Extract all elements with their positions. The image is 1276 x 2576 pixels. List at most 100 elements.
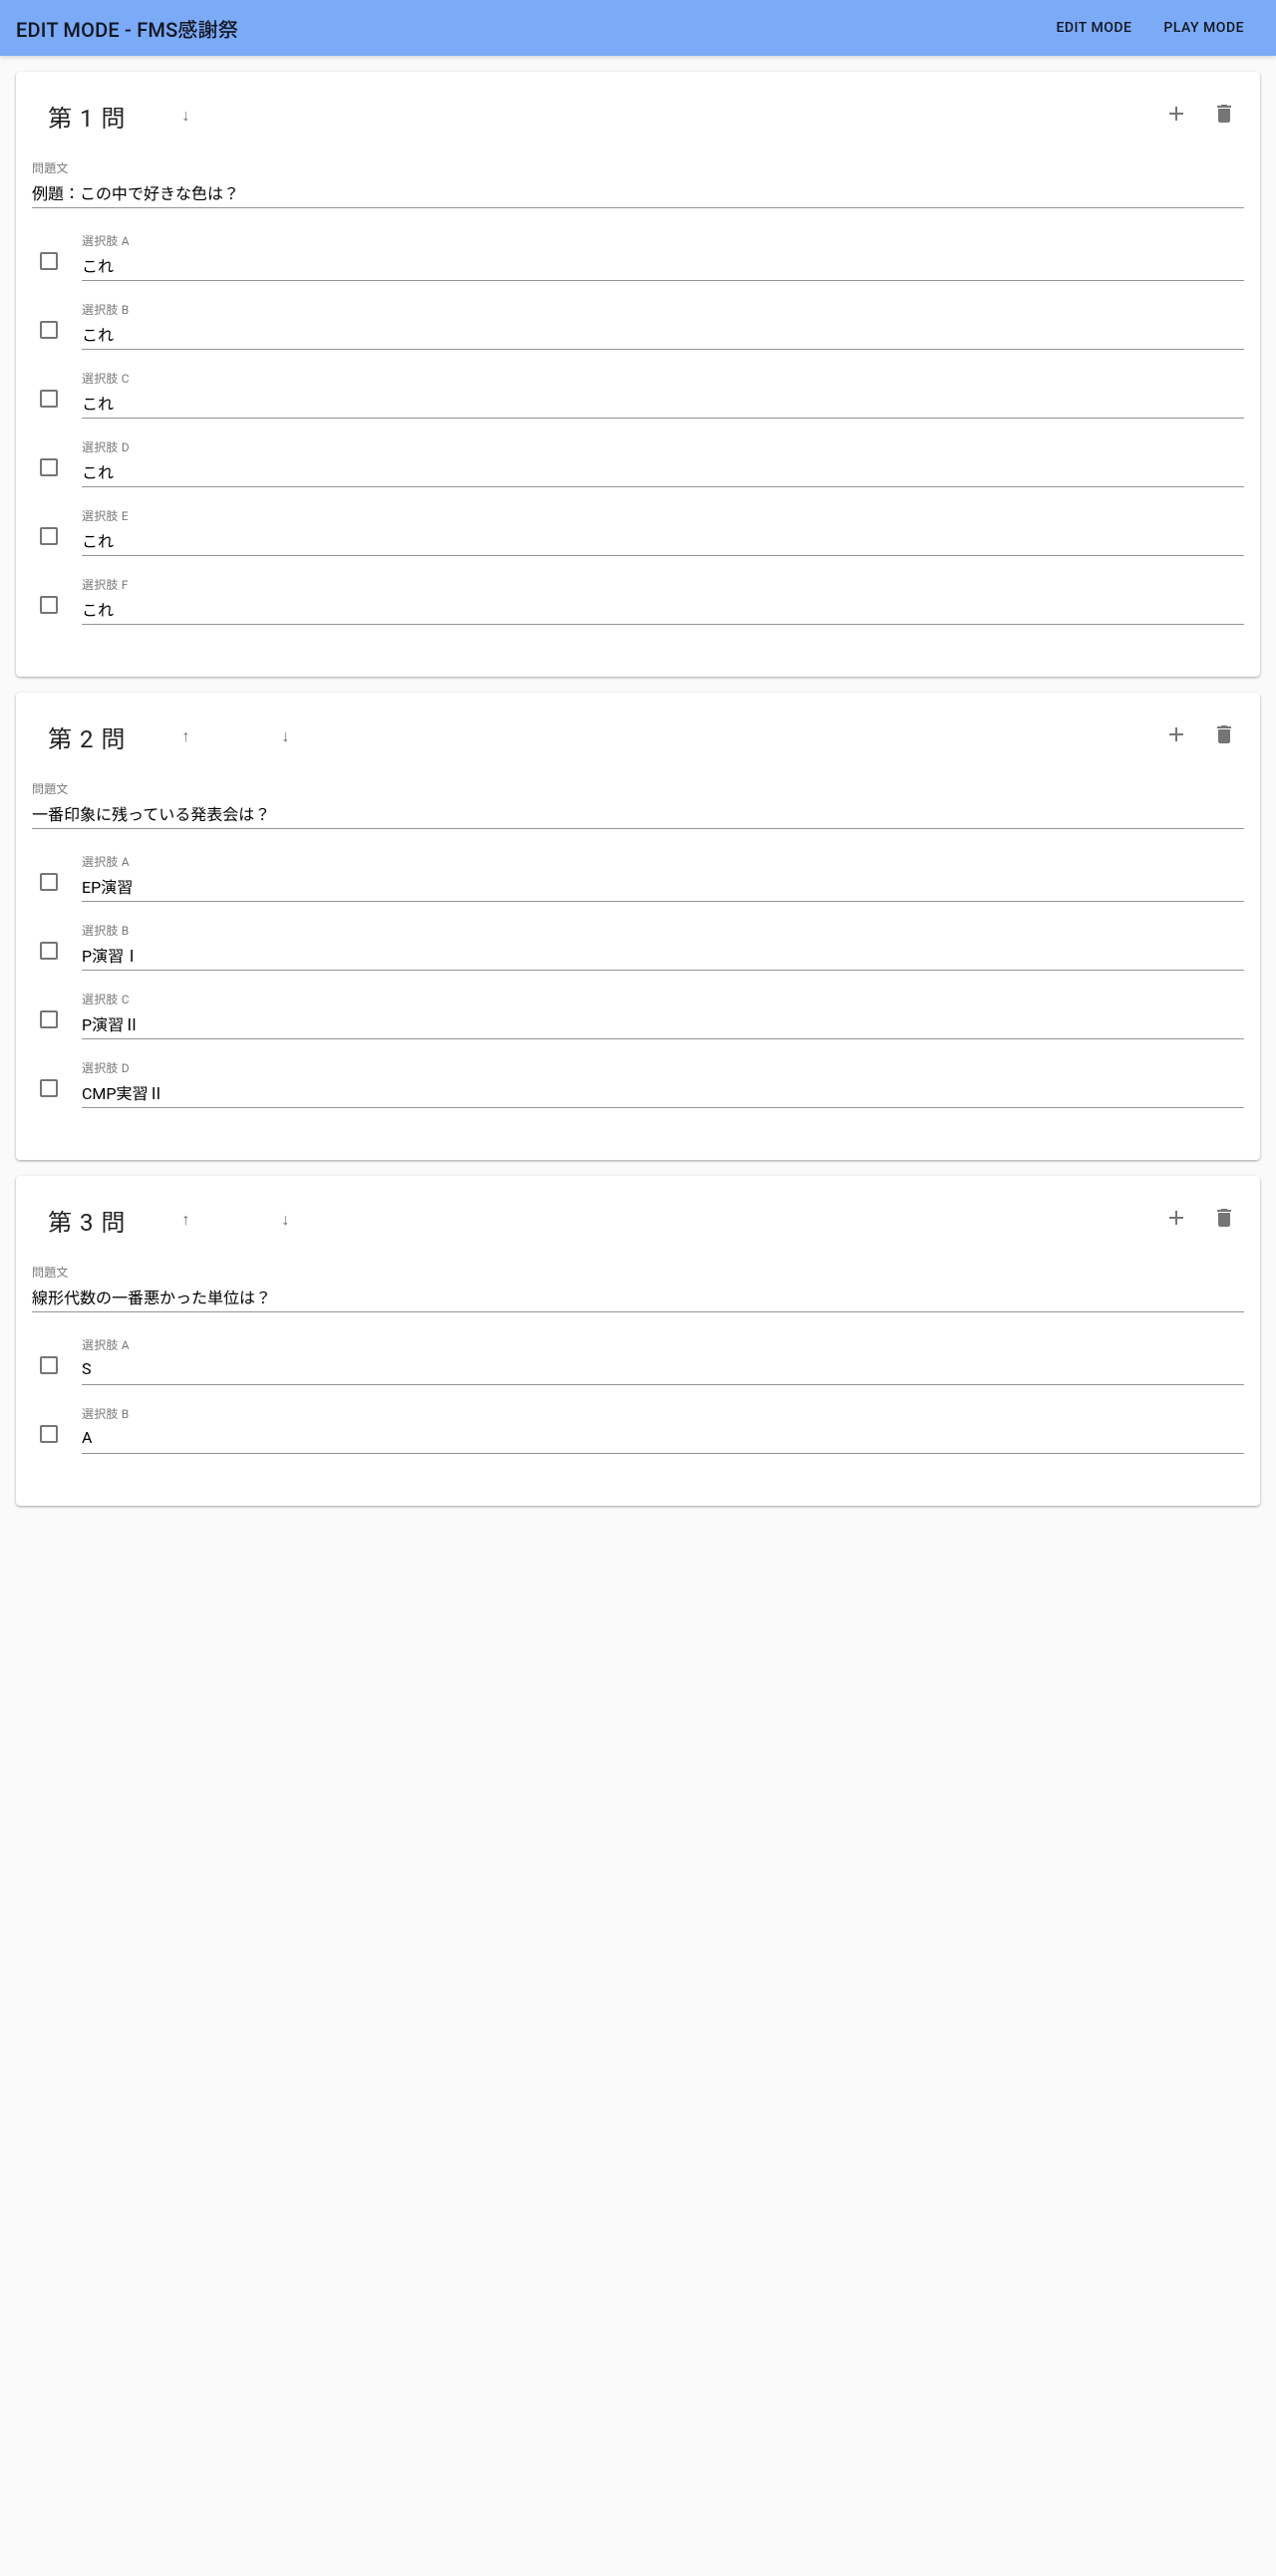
options-list: 選択肢 A 選択肢 B — [32, 1336, 1244, 1454]
option-row: 選択肢 A — [32, 232, 1244, 281]
option-field: 選択肢 C — [82, 991, 1244, 1039]
option-checkbox[interactable] — [40, 1356, 58, 1374]
option-field: 選択肢 A — [82, 1336, 1244, 1385]
option-label: 選択肢 A — [82, 853, 1244, 870]
option-input[interactable] — [82, 526, 1244, 556]
option-label: 選択肢 E — [82, 507, 1244, 524]
delete-button[interactable] — [1204, 1200, 1244, 1240]
option-input[interactable] — [82, 1009, 1244, 1039]
option-checkbox[interactable] — [40, 1010, 58, 1028]
option-field: 選択肢 A — [82, 232, 1244, 281]
option-row: 選択肢 F — [32, 576, 1244, 625]
edit-mode-button[interactable]: EDIT MODE — [1040, 12, 1147, 44]
option-label: 選択肢 F — [82, 576, 1244, 593]
option-checkbox[interactable] — [40, 390, 58, 408]
option-row: 選択肢 E — [32, 507, 1244, 556]
option-row: 選択肢 B — [32, 1405, 1244, 1454]
question-header: 第 3 問 ↑ ↓ — [32, 1200, 1244, 1240]
question-header: 第 2 問 ↑ ↓ — [32, 716, 1244, 756]
option-label: 選択肢 D — [82, 438, 1244, 455]
question-text-field: 問題文 — [32, 1264, 1244, 1312]
trash-icon — [1212, 1206, 1236, 1234]
move-down-button[interactable]: ↓ — [165, 106, 205, 126]
option-field: 選択肢 D — [82, 438, 1244, 487]
option-checkbox[interactable] — [40, 1425, 58, 1443]
option-input[interactable] — [82, 595, 1244, 625]
option-input[interactable] — [82, 941, 1244, 971]
option-row: 選択肢 D — [32, 438, 1244, 487]
question-title: 第 1 問 — [48, 99, 126, 134]
option-input[interactable] — [82, 1355, 1244, 1385]
option-label: 選択肢 C — [82, 370, 1244, 387]
move-up-button[interactable]: ↑ — [165, 1210, 205, 1230]
option-field: 選択肢 E — [82, 507, 1244, 556]
option-checkbox[interactable] — [40, 252, 58, 270]
move-down-button[interactable]: ↓ — [265, 726, 305, 746]
option-label: 選択肢 B — [82, 301, 1244, 318]
options-list: 選択肢 A 選択肢 B 選択肢 C 選択肢 D — [32, 853, 1244, 1108]
option-checkbox[interactable] — [40, 527, 58, 545]
plus-icon — [1164, 1206, 1188, 1234]
question-card: 第 1 問 ↓ 問題文選択肢 A 選択肢 B 選択肢 C 選択肢 D 選択肢 E 選択肢 F — [16, 72, 1260, 677]
option-label: 選択肢 B — [82, 922, 1244, 939]
move-up-button[interactable]: ↑ — [165, 726, 205, 746]
question-text-label: 問題文 — [32, 159, 1244, 176]
option-row: 選択肢 B — [32, 301, 1244, 350]
trash-icon — [1212, 722, 1236, 750]
option-row: 選択肢 A — [32, 853, 1244, 902]
app-title: EDIT MODE - FMS感謝祭 — [16, 14, 1040, 43]
add-button[interactable] — [1156, 716, 1196, 756]
play-mode-button[interactable]: PLAY MODE — [1147, 12, 1260, 44]
option-input[interactable] — [82, 1424, 1244, 1454]
option-field: 選択肢 C — [82, 370, 1244, 419]
question-title: 第 3 問 — [48, 1203, 126, 1238]
option-checkbox[interactable] — [40, 596, 58, 614]
option-field: 選択肢 B — [82, 301, 1244, 350]
option-input[interactable] — [82, 251, 1244, 281]
option-checkbox[interactable] — [40, 942, 58, 960]
option-checkbox[interactable] — [40, 1079, 58, 1097]
question-title: 第 2 問 — [48, 719, 126, 754]
question-card: 第 2 問 ↑ ↓ 問題文選択肢 A 選択肢 B 選択肢 C 選択肢 D — [16, 693, 1260, 1160]
app-bar: EDIT MODE - FMS感謝祭 EDIT MODE PLAY MODE — [0, 0, 1276, 56]
option-input[interactable] — [82, 389, 1244, 419]
options-list: 選択肢 A 選択肢 B 選択肢 C 選択肢 D 選択肢 E 選択肢 F — [32, 232, 1244, 625]
option-checkbox[interactable] — [40, 321, 58, 339]
question-text-label: 問題文 — [32, 1264, 1244, 1281]
question-text-input[interactable] — [32, 799, 1244, 829]
trash-icon — [1212, 102, 1236, 130]
option-checkbox[interactable] — [40, 873, 58, 891]
move-down-button[interactable]: ↓ — [265, 1210, 305, 1230]
question-text-input[interactable] — [32, 178, 1244, 208]
option-field: 選択肢 D — [82, 1059, 1244, 1108]
option-field: 選択肢 B — [82, 922, 1244, 971]
option-field: 選択肢 A — [82, 853, 1244, 902]
delete-button[interactable] — [1204, 96, 1244, 136]
option-row: 選択肢 D — [32, 1059, 1244, 1108]
option-input[interactable] — [82, 872, 1244, 902]
option-field: 選択肢 F — [82, 576, 1244, 625]
option-input[interactable] — [82, 457, 1244, 487]
add-button[interactable] — [1156, 1200, 1196, 1240]
option-label: 選択肢 D — [82, 1059, 1244, 1076]
question-header: 第 1 問 ↓ — [32, 96, 1244, 136]
option-field: 選択肢 B — [82, 1405, 1244, 1454]
question-text-field: 問題文 — [32, 780, 1244, 829]
option-row: 選択肢 A — [32, 1336, 1244, 1385]
option-label: 選択肢 A — [82, 1336, 1244, 1353]
option-row: 選択肢 C — [32, 370, 1244, 419]
option-input[interactable] — [82, 320, 1244, 350]
question-card: 第 3 問 ↑ ↓ 問題文選択肢 A 選択肢 B — [16, 1176, 1260, 1506]
question-text-label: 問題文 — [32, 780, 1244, 797]
plus-icon — [1164, 102, 1188, 130]
option-input[interactable] — [82, 1078, 1244, 1108]
add-button[interactable] — [1156, 96, 1196, 136]
question-text-field: 問題文 — [32, 159, 1244, 208]
option-row: 選択肢 B — [32, 922, 1244, 971]
delete-button[interactable] — [1204, 716, 1244, 756]
option-checkbox[interactable] — [40, 458, 58, 476]
question-text-input[interactable] — [32, 1283, 1244, 1312]
option-row: 選択肢 C — [32, 991, 1244, 1039]
plus-icon — [1164, 722, 1188, 750]
option-label: 選択肢 A — [82, 232, 1244, 249]
